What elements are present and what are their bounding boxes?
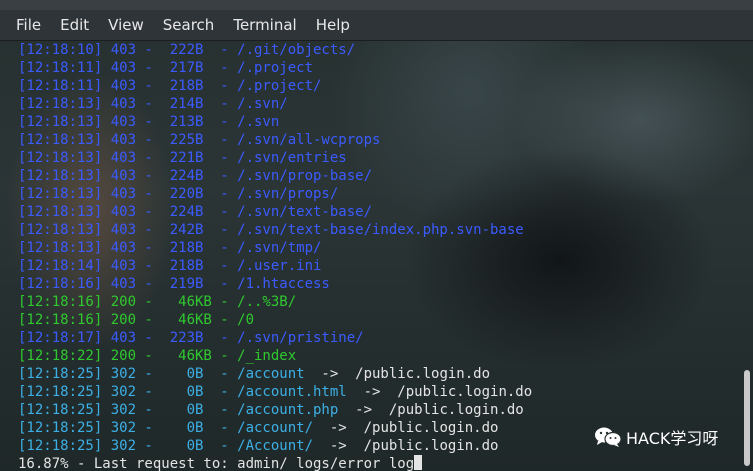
request-result: [12:18:16] 403 - 219B - /1.htaccess xyxy=(18,276,330,292)
request-result: [12:18:13] 403 - 224B - /.svn/text-base/ xyxy=(18,204,373,220)
request-result: [12:18:13] 403 - 224B - /.svn/prop-base/ xyxy=(18,168,373,184)
request-result: [12:18:13] 403 - 218B - /.svn/tmp/ xyxy=(18,240,322,256)
window-titlebar[interactable] xyxy=(0,0,753,10)
menu-bar: File Edit View Search Terminal Help xyxy=(0,10,753,41)
request-path: [12:18:25] 302 - 0B - /account.php xyxy=(18,402,339,418)
menu-help[interactable]: Help xyxy=(316,16,350,34)
request-result: [12:18:22] 200 - 46KB - /_index xyxy=(18,348,297,364)
request-path: [12:18:25] 302 - 0B - /account/ xyxy=(18,420,314,436)
request-result: [12:18:16] 200 - 46KB - /0 xyxy=(18,312,255,328)
output-line: [12:18:25] 302 - 0B - /Account/ -> /publ… xyxy=(18,437,498,455)
text-cursor xyxy=(414,455,423,470)
output-line: [12:18:13] 403 - 225B - /.svn/all-wcprop… xyxy=(18,131,380,149)
menu-view[interactable]: View xyxy=(108,16,144,34)
request-path: [12:18:25] 302 - 0B - /account.html xyxy=(18,384,347,400)
request-result: [12:18:17] 403 - 223B - /.svn/pristine/ xyxy=(18,330,364,346)
request-result: [12:18:13] 403 - 225B - /.svn/all-wcprop… xyxy=(18,132,381,148)
output-line: [12:18:14] 403 - 218B - /.user.ini xyxy=(18,257,321,275)
menu-terminal[interactable]: Terminal xyxy=(233,16,296,34)
menu-edit[interactable]: Edit xyxy=(60,16,89,34)
output-line: [12:18:25] 302 - 0B - /account -> /publi… xyxy=(18,365,490,383)
output-line: [12:18:25] 302 - 0B - /account.html -> /… xyxy=(18,383,532,401)
output-line: [12:18:10] 403 - 222B - /.git/objects/ xyxy=(18,41,355,59)
output-line: [12:18:22] 200 - 46KB - /_index xyxy=(18,347,296,365)
progress-status-line: 16.87% - Last request to: admin/_logs/er… xyxy=(18,455,423,471)
redirect-target: -> /public.login.do xyxy=(304,366,491,382)
output-line: [12:18:16] 403 - 219B - /1.htaccess xyxy=(18,275,330,293)
wechat-icon xyxy=(595,427,622,447)
output-line: [12:18:16] 200 - 46KB - /..%3B/ xyxy=(18,293,296,311)
request-result: [12:18:10] 403 - 222B - /.git/objects/ xyxy=(18,42,356,58)
output-line: [12:18:13] 403 - 224B - /.svn/prop-base/ xyxy=(18,167,372,185)
status-text: 16.87% - Last request to: admin/_logs/er… xyxy=(18,456,415,471)
request-result: [12:18:14] 403 - 218B - /.user.ini xyxy=(18,258,322,274)
terminal-output[interactable]: [12:18:10] 403 - 222B - /.git/objects/ [1… xyxy=(0,41,740,471)
output-line: [12:18:13] 403 - 224B - /.svn/text-base/ xyxy=(18,203,372,221)
request-result: [12:18:11] 403 - 218B - /.project/ xyxy=(18,78,322,94)
request-result: [12:18:11] 403 - 217B - /.project xyxy=(18,60,314,76)
output-line: [12:18:11] 403 - 217B - /.project xyxy=(18,59,313,77)
output-line: [12:18:13] 403 - 213B - /.svn xyxy=(18,113,279,131)
output-line: [12:18:13] 403 - 214B - /.svn/ xyxy=(18,95,288,113)
request-path: [12:18:25] 302 - 0B - /Account/ xyxy=(18,438,314,454)
redirect-target: -> /public.login.do xyxy=(346,384,533,400)
output-line: [12:18:25] 302 - 0B - /account/ -> /publ… xyxy=(18,419,498,437)
output-line: [12:18:13] 403 - 242B - /.svn/text-base/… xyxy=(18,221,524,239)
request-result: [12:18:13] 403 - 213B - /.svn xyxy=(18,114,280,130)
menu-search[interactable]: Search xyxy=(163,16,215,34)
output-line: [12:18:13] 403 - 221B - /.svn/entries xyxy=(18,149,347,167)
watermark-text: HACK学习呀 xyxy=(626,429,719,448)
request-result: [12:18:13] 403 - 221B - /.svn/entries xyxy=(18,150,347,166)
redirect-target: -> /public.login.do xyxy=(313,420,499,436)
output-line: [12:18:25] 302 - 0B - /account.php -> /p… xyxy=(18,401,524,419)
menu-file[interactable]: File xyxy=(16,16,41,34)
watermark: HACK学习呀 xyxy=(594,425,718,449)
request-result: [12:18:13] 403 - 242B - /.svn/text-base/… xyxy=(18,222,524,238)
request-result: [12:18:13] 403 - 214B - /.svn/ xyxy=(18,96,288,112)
request-path: [12:18:25] 302 - 0B - /account xyxy=(18,366,305,382)
scrollbar-thumb[interactable] xyxy=(744,370,750,466)
output-line: [12:18:13] 403 - 220B - /.svn/props/ xyxy=(18,185,338,203)
output-line: [12:18:11] 403 - 218B - /.project/ xyxy=(18,77,321,95)
output-line: [12:18:13] 403 - 218B - /.svn/tmp/ xyxy=(18,239,321,257)
output-line: [12:18:16] 200 - 46KB - /0 xyxy=(18,311,254,329)
redirect-target: -> /public.login.do xyxy=(338,402,524,418)
request-result: [12:18:16] 200 - 46KB - /..%3B/ xyxy=(18,294,297,310)
redirect-target: -> /public.login.do xyxy=(313,438,499,454)
output-line: [12:18:17] 403 - 223B - /.svn/pristine/ xyxy=(18,329,364,347)
request-result: [12:18:13] 403 - 220B - /.svn/props/ xyxy=(18,186,339,202)
